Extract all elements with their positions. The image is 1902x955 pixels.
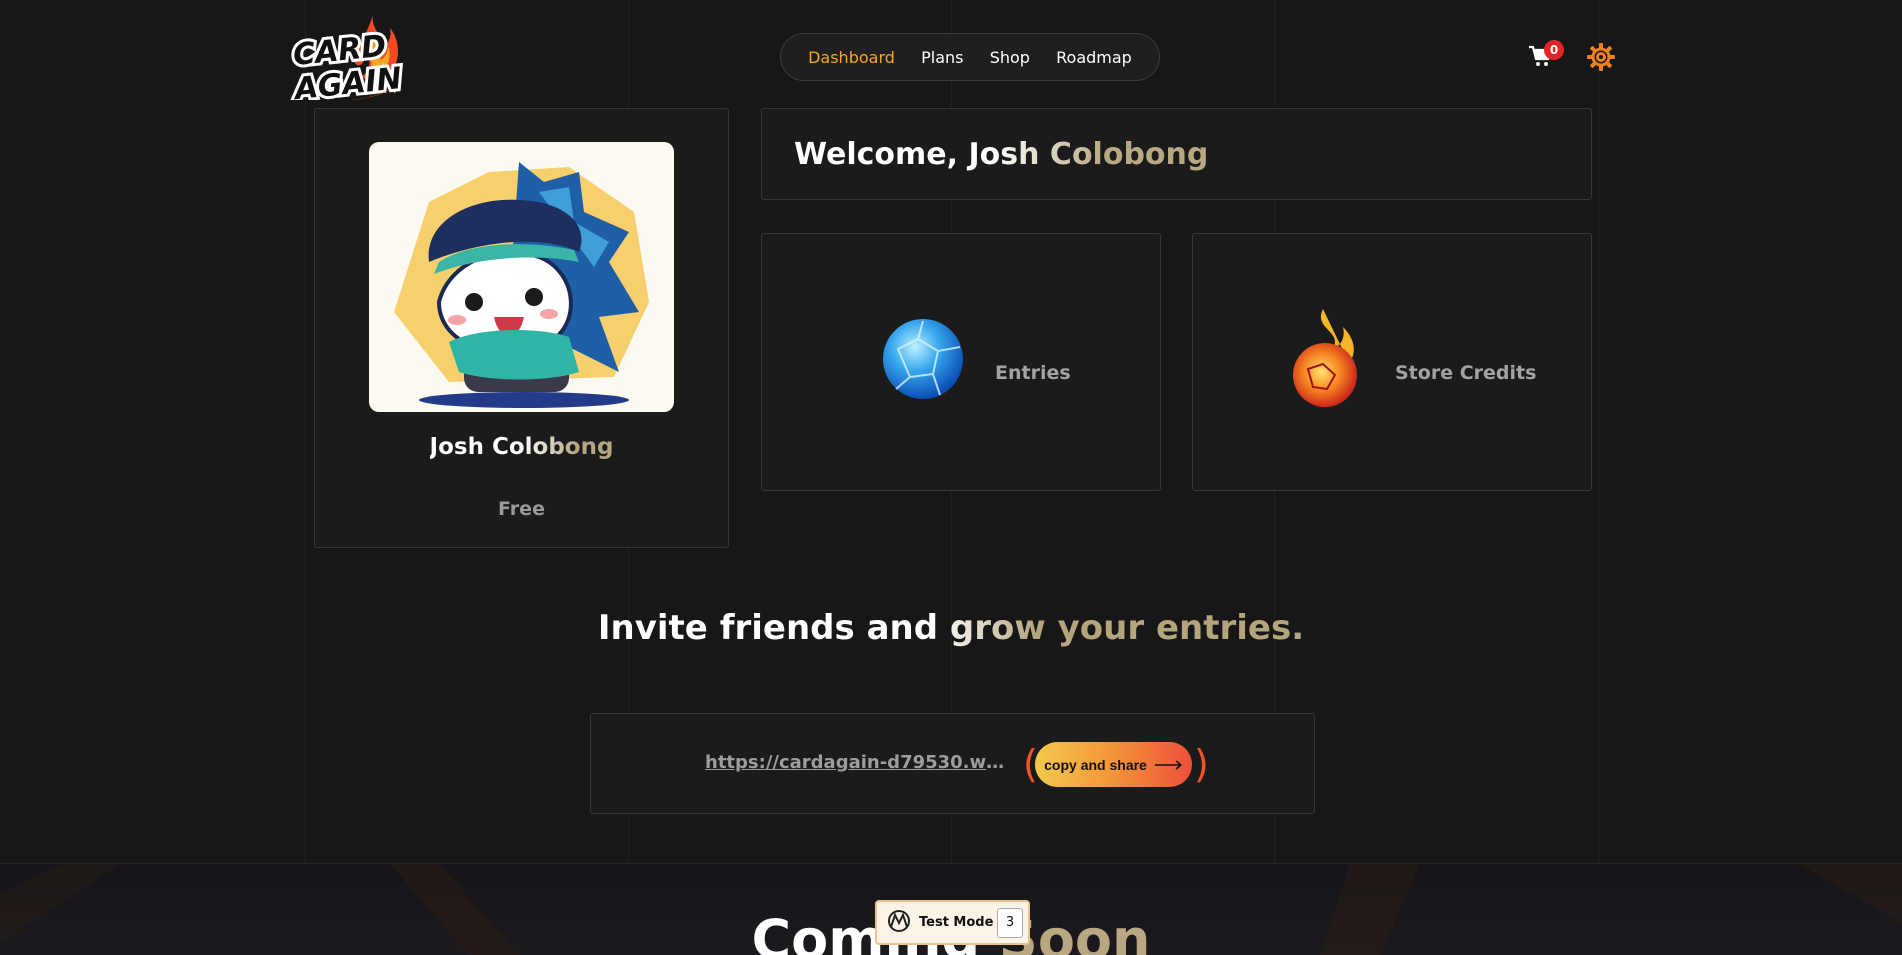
nav-plans[interactable]: Plans: [921, 48, 963, 67]
test-mode-label: Test Mode: [919, 915, 994, 930]
cart-count-badge: 0: [1544, 40, 1564, 60]
test-mode-badge[interactable]: Test Mode 3: [875, 900, 1030, 945]
copy-and-share-button[interactable]: copy and share: [1035, 742, 1192, 787]
profile-card: Josh Colobong Free: [314, 108, 729, 548]
profile-name: Josh Colobong: [429, 434, 614, 460]
entries-label: Entries: [995, 362, 1071, 384]
grid-line: [305, 0, 306, 863]
invite-heading: Invite friends and grow your entries.: [597, 608, 1305, 648]
referral-link[interactable]: https://cardagain-d79530.webflow.io: [705, 752, 1005, 773]
welcome-panel: Welcome, Josh Colobong: [761, 108, 1592, 200]
test-mode-label-group: Test Mode: [877, 909, 994, 936]
store-credits-label: Store Credits: [1395, 362, 1537, 384]
plan-label: Free: [498, 498, 545, 520]
entries-card: Entries: [761, 233, 1161, 491]
right-bracket-decoration: ): [1194, 742, 1209, 786]
memberstack-logo-icon: [885, 909, 913, 936]
copy-and-share-label: copy and share: [1044, 756, 1147, 773]
main-nav: Dashboard Plans Shop Roadmap: [780, 33, 1160, 81]
arrow-right-icon: [1154, 757, 1183, 773]
gear-icon[interactable]: [1586, 42, 1616, 72]
fire-orb-icon: [1283, 309, 1373, 409]
test-mode-count: 3: [997, 907, 1023, 938]
nav-dashboard[interactable]: Dashboard: [808, 48, 895, 67]
store-credits-card: Store Credits: [1192, 233, 1592, 491]
card-again-logo[interactable]: CARD AGAIN: [288, 10, 412, 110]
welcome-heading: Welcome, Josh Colobong: [794, 136, 1209, 172]
avatar: [369, 142, 674, 412]
share-panel: https://cardagain-d79530.webflow.io ( co…: [590, 713, 1315, 814]
blue-orb-icon: [878, 309, 968, 409]
grid-line: [1598, 0, 1599, 863]
nav-roadmap[interactable]: Roadmap: [1056, 48, 1132, 67]
nav-shop[interactable]: Shop: [990, 48, 1030, 67]
